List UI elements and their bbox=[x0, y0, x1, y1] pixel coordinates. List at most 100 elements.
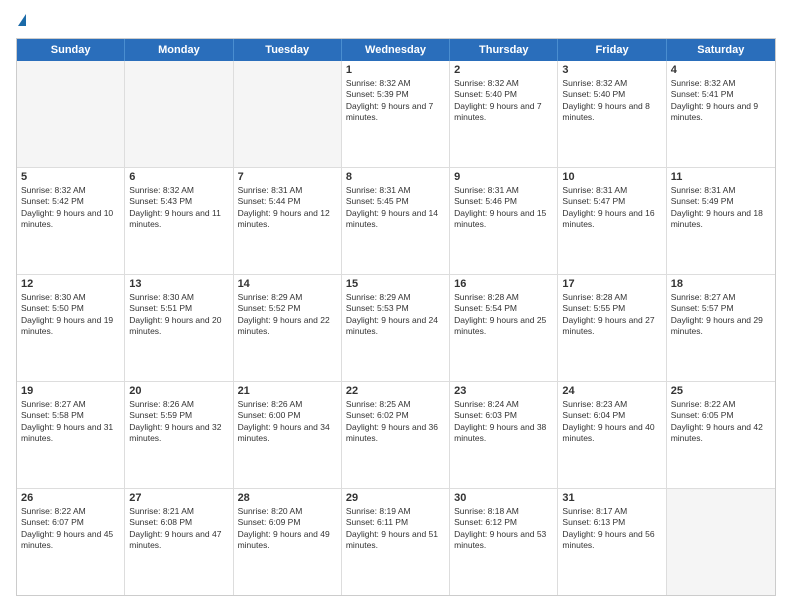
calendar-cell-1-4: 9 Sunrise: 8:31 AM Sunset: 5:46 PM Daylig… bbox=[450, 168, 558, 274]
calendar-cell-2-5: 17 Sunrise: 8:28 AM Sunset: 5:55 PM Dayli… bbox=[558, 275, 666, 381]
day-number: 31 bbox=[562, 492, 661, 504]
day-number: 21 bbox=[238, 385, 337, 397]
calendar-cell-3-1: 20Sunrise: 8:26 AM Sunset: 5:59 PM Dayli… bbox=[125, 382, 233, 488]
weekday-header-friday: Friday bbox=[558, 39, 666, 61]
logo bbox=[16, 16, 28, 28]
calendar-header: SundayMondayTuesdayWednesdayThursdayFrid… bbox=[17, 39, 775, 61]
weekday-header-monday: Monday bbox=[125, 39, 233, 61]
day-number: 6 bbox=[129, 171, 228, 183]
calendar-cell-3-2: 21 Sunrise: 8:26 AM Sunset: 6:00 PM Dayli… bbox=[234, 382, 342, 488]
day-number: 27 bbox=[129, 492, 228, 504]
day-number: 7 bbox=[238, 171, 337, 183]
calendar-cell-0-1 bbox=[125, 61, 233, 167]
cell-info: Sunrise: 8:31 AM Sunset: 5:47 PM Dayligh… bbox=[562, 185, 661, 231]
calendar-row-1: 5 Sunrise: 8:32 AM Sunset: 5:42 PM Daylig… bbox=[17, 168, 775, 275]
day-number: 4 bbox=[671, 64, 771, 76]
day-number: 25 bbox=[671, 385, 771, 397]
calendar-cell-0-6: 4 Sunrise: 8:32 AM Sunset: 5:41 PM Daylig… bbox=[667, 61, 775, 167]
day-number: 23 bbox=[454, 385, 553, 397]
cell-info: Sunrise: 8:23 AM Sunset: 6:04 PM Dayligh… bbox=[562, 399, 661, 445]
calendar-cell-4-2: 28 Sunrise: 8:20 AM Sunset: 6:09 PM Dayli… bbox=[234, 489, 342, 595]
calendar-cell-1-6: 11 Sunrise: 8:31 AM Sunset: 5:49 PM Dayli… bbox=[667, 168, 775, 274]
cell-info: Sunrise: 8:32 AM Sunset: 5:40 PM Dayligh… bbox=[562, 78, 661, 124]
day-number: 10 bbox=[562, 171, 661, 183]
cell-info: Sunrise: 8:28 AM Sunset: 5:55 PM Dayligh… bbox=[562, 292, 661, 338]
calendar-cell-4-5: 31 Sunrise: 8:17 AM Sunset: 6:13 PM Dayli… bbox=[558, 489, 666, 595]
day-number: 11 bbox=[671, 171, 771, 183]
calendar-cell-3-4: 23 Sunrise: 8:24 AM Sunset: 6:03 PM Dayli… bbox=[450, 382, 558, 488]
day-number: 19 bbox=[21, 385, 120, 397]
cell-info: Sunrise: 8:32 AM Sunset: 5:43 PM Dayligh… bbox=[129, 185, 228, 231]
logo-triangle-icon bbox=[18, 14, 26, 26]
cell-info: Sunrise: 8:28 AM Sunset: 5:54 PM Dayligh… bbox=[454, 292, 553, 338]
cell-info: Sunrise: 8:17 AM Sunset: 6:13 PM Dayligh… bbox=[562, 506, 661, 552]
cell-info: Sunrise: 8:18 AM Sunset: 6:12 PM Dayligh… bbox=[454, 506, 553, 552]
cell-info: Sunrise: 8:27 AM Sunset: 5:57 PM Dayligh… bbox=[671, 292, 771, 338]
cell-info: Sunrise: 8:32 AM Sunset: 5:39 PM Dayligh… bbox=[346, 78, 445, 124]
cell-info: Sunrise: 8:31 AM Sunset: 5:46 PM Dayligh… bbox=[454, 185, 553, 231]
weekday-header-tuesday: Tuesday bbox=[234, 39, 342, 61]
day-number: 22 bbox=[346, 385, 445, 397]
day-number: 15 bbox=[346, 278, 445, 290]
cell-info: Sunrise: 8:27 AM Sunset: 5:58 PM Dayligh… bbox=[21, 399, 120, 445]
calendar-cell-0-2 bbox=[234, 61, 342, 167]
calendar-cell-0-4: 2 Sunrise: 8:32 AM Sunset: 5:40 PM Daylig… bbox=[450, 61, 558, 167]
day-number: 18 bbox=[671, 278, 771, 290]
day-number: 28 bbox=[238, 492, 337, 504]
cell-info: Sunrise: 8:31 AM Sunset: 5:44 PM Dayligh… bbox=[238, 185, 337, 231]
calendar-cell-0-5: 3 Sunrise: 8:32 AM Sunset: 5:40 PM Daylig… bbox=[558, 61, 666, 167]
cell-info: Sunrise: 8:26 AM Sunset: 6:00 PM Dayligh… bbox=[238, 399, 337, 445]
calendar-cell-0-3: 1Sunrise: 8:32 AM Sunset: 5:39 PM Daylig… bbox=[342, 61, 450, 167]
day-number: 9 bbox=[454, 171, 553, 183]
weekday-header-sunday: Sunday bbox=[17, 39, 125, 61]
calendar-cell-4-0: 26 Sunrise: 8:22 AM Sunset: 6:07 PM Dayli… bbox=[17, 489, 125, 595]
calendar-row-2: 12 Sunrise: 8:30 AM Sunset: 5:50 PM Dayli… bbox=[17, 275, 775, 382]
cell-info: Sunrise: 8:30 AM Sunset: 5:51 PM Dayligh… bbox=[129, 292, 228, 338]
day-number: 8 bbox=[346, 171, 445, 183]
calendar-cell-2-3: 15 Sunrise: 8:29 AM Sunset: 5:53 PM Dayli… bbox=[342, 275, 450, 381]
cell-info: Sunrise: 8:30 AM Sunset: 5:50 PM Dayligh… bbox=[21, 292, 120, 338]
calendar-row-0: 1Sunrise: 8:32 AM Sunset: 5:39 PM Daylig… bbox=[17, 61, 775, 168]
cell-info: Sunrise: 8:22 AM Sunset: 6:07 PM Dayligh… bbox=[21, 506, 120, 552]
calendar-cell-1-2: 7 Sunrise: 8:31 AM Sunset: 5:44 PM Daylig… bbox=[234, 168, 342, 274]
calendar-cell-1-5: 10 Sunrise: 8:31 AM Sunset: 5:47 PM Dayli… bbox=[558, 168, 666, 274]
cell-info: Sunrise: 8:32 AM Sunset: 5:41 PM Dayligh… bbox=[671, 78, 771, 124]
day-number: 29 bbox=[346, 492, 445, 504]
cell-info: Sunrise: 8:26 AM Sunset: 5:59 PM Dayligh… bbox=[129, 399, 228, 445]
calendar-cell-3-3: 22 Sunrise: 8:25 AM Sunset: 6:02 PM Dayli… bbox=[342, 382, 450, 488]
cell-info: Sunrise: 8:29 AM Sunset: 5:52 PM Dayligh… bbox=[238, 292, 337, 338]
day-number: 16 bbox=[454, 278, 553, 290]
weekday-header-wednesday: Wednesday bbox=[342, 39, 450, 61]
calendar-cell-3-6: 25 Sunrise: 8:22 AM Sunset: 6:05 PM Dayli… bbox=[667, 382, 775, 488]
calendar: SundayMondayTuesdayWednesdayThursdayFrid… bbox=[16, 38, 776, 596]
day-number: 12 bbox=[21, 278, 120, 290]
cell-info: Sunrise: 8:29 AM Sunset: 5:53 PM Dayligh… bbox=[346, 292, 445, 338]
cell-info: Sunrise: 8:25 AM Sunset: 6:02 PM Dayligh… bbox=[346, 399, 445, 445]
cell-info: Sunrise: 8:22 AM Sunset: 6:05 PM Dayligh… bbox=[671, 399, 771, 445]
calendar-cell-2-0: 12 Sunrise: 8:30 AM Sunset: 5:50 PM Dayli… bbox=[17, 275, 125, 381]
calendar-cell-2-6: 18 Sunrise: 8:27 AM Sunset: 5:57 PM Dayli… bbox=[667, 275, 775, 381]
day-number: 24 bbox=[562, 385, 661, 397]
day-number: 3 bbox=[562, 64, 661, 76]
calendar-cell-4-4: 30Sunrise: 8:18 AM Sunset: 6:12 PM Dayli… bbox=[450, 489, 558, 595]
cell-info: Sunrise: 8:31 AM Sunset: 5:49 PM Dayligh… bbox=[671, 185, 771, 231]
calendar-cell-4-6 bbox=[667, 489, 775, 595]
cell-info: Sunrise: 8:20 AM Sunset: 6:09 PM Dayligh… bbox=[238, 506, 337, 552]
cell-info: Sunrise: 8:32 AM Sunset: 5:42 PM Dayligh… bbox=[21, 185, 120, 231]
calendar-cell-4-3: 29 Sunrise: 8:19 AM Sunset: 6:11 PM Dayli… bbox=[342, 489, 450, 595]
weekday-header-thursday: Thursday bbox=[450, 39, 558, 61]
calendar-cell-3-5: 24 Sunrise: 8:23 AM Sunset: 6:04 PM Dayli… bbox=[558, 382, 666, 488]
cell-info: Sunrise: 8:32 AM Sunset: 5:40 PM Dayligh… bbox=[454, 78, 553, 124]
calendar-cell-2-1: 13Sunrise: 8:30 AM Sunset: 5:51 PM Dayli… bbox=[125, 275, 233, 381]
calendar-cell-1-3: 8Sunrise: 8:31 AM Sunset: 5:45 PM Daylig… bbox=[342, 168, 450, 274]
calendar-cell-1-0: 5 Sunrise: 8:32 AM Sunset: 5:42 PM Daylig… bbox=[17, 168, 125, 274]
weekday-header-saturday: Saturday bbox=[667, 39, 775, 61]
day-number: 17 bbox=[562, 278, 661, 290]
cell-info: Sunrise: 8:19 AM Sunset: 6:11 PM Dayligh… bbox=[346, 506, 445, 552]
day-number: 26 bbox=[21, 492, 120, 504]
calendar-row-3: 19 Sunrise: 8:27 AM Sunset: 5:58 PM Dayli… bbox=[17, 382, 775, 489]
day-number: 2 bbox=[454, 64, 553, 76]
day-number: 5 bbox=[21, 171, 120, 183]
calendar-body: 1Sunrise: 8:32 AM Sunset: 5:39 PM Daylig… bbox=[17, 61, 775, 595]
cell-info: Sunrise: 8:24 AM Sunset: 6:03 PM Dayligh… bbox=[454, 399, 553, 445]
